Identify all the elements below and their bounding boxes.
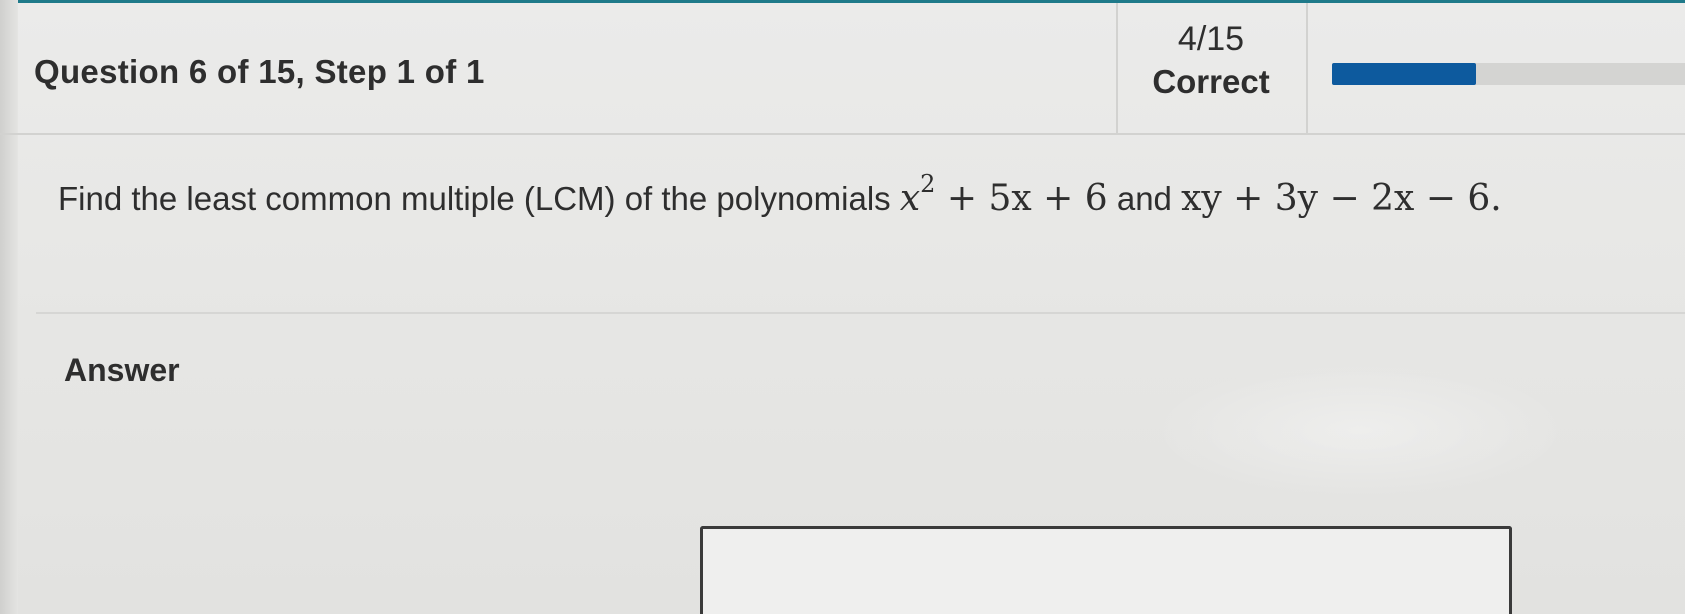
section-divider [36, 312, 1685, 314]
header-divider [1306, 3, 1308, 133]
polynomial-1-exponent: 2 [920, 170, 936, 198]
progress-bar-fill [1332, 63, 1476, 85]
polynomial-1-rest: + 5x + 6 [946, 178, 1108, 219]
question-title: Question 6 of 15, Step 1 of 1 [34, 53, 485, 90]
polynomial-1-variable: x [899, 178, 921, 219]
question-header: Question 6 of 15, Step 1 of 1 4/15 Corre… [0, 3, 1685, 135]
question-screen: Question 6 of 15, Step 1 of 1 4/15 Corre… [0, 0, 1685, 614]
polynomial-2: xy + 3y − 2x − 6. [1181, 178, 1502, 219]
score-label: Correct [1152, 63, 1270, 100]
progress-bar [1332, 63, 1685, 85]
screen-glare [1150, 360, 1570, 500]
question-prompt-text: Find the least common multiple (LCM) of … [58, 180, 891, 217]
answer-label: Answer [64, 352, 180, 388]
answer-input[interactable] [700, 526, 1512, 614]
score-fraction: 4/15 [1177, 20, 1245, 58]
question-prompt: Find the least common multiple (LCM) of … [58, 172, 1502, 219]
score-counter: 4/15 Correct [1118, 17, 1304, 103]
question-conjunction: and [1116, 180, 1172, 217]
polynomial-1: x2 + 5x + 6 [899, 172, 1108, 219]
